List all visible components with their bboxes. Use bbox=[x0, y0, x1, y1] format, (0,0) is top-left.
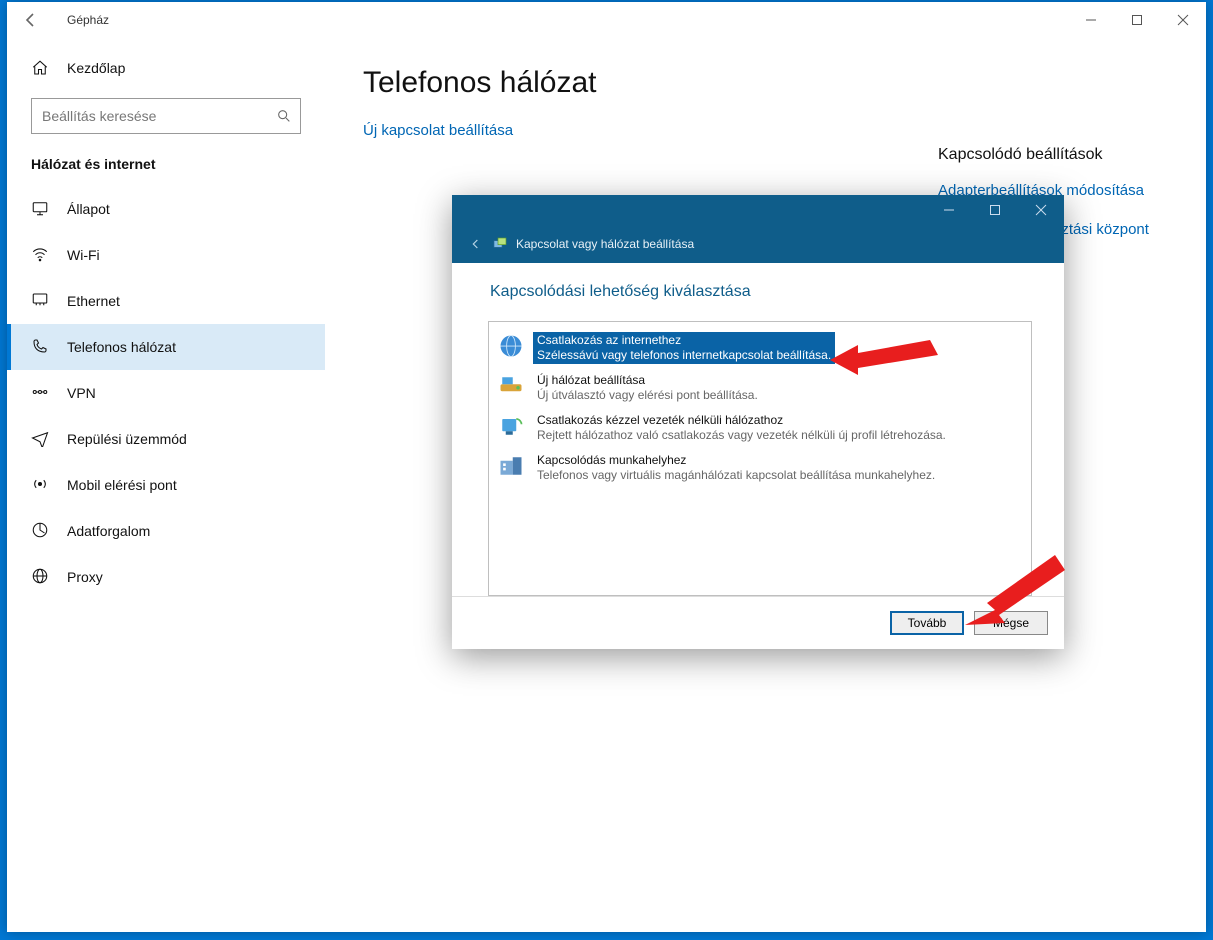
status-icon bbox=[31, 199, 67, 220]
sidebar-item-label: VPN bbox=[67, 385, 96, 401]
wizard-next-button[interactable]: Tovább bbox=[890, 611, 964, 635]
sidebar-item-label: Telefonos hálózat bbox=[67, 339, 176, 355]
wizard-maximize-button[interactable] bbox=[972, 195, 1018, 225]
sidebar-item-label: Ethernet bbox=[67, 293, 120, 309]
sidebar-item-label: Proxy bbox=[67, 569, 103, 585]
datausage-icon bbox=[31, 521, 67, 542]
wizard-option-sub: Szélessávú vagy telefonos internetkapcso… bbox=[537, 348, 831, 363]
hotspot-icon bbox=[31, 475, 67, 496]
maximize-button[interactable] bbox=[1114, 4, 1160, 36]
wizard-option-manualwifi[interactable]: Csatlakozás kézzel vezeték nélküli hálóz… bbox=[489, 408, 1031, 448]
sidebar-item-wifi[interactable]: Wi-Fi bbox=[7, 232, 325, 278]
sidebar-item-vpn[interactable]: VPN bbox=[7, 370, 325, 416]
sidebar-item-label: Adatforgalom bbox=[67, 523, 150, 539]
sidebar-item-label: Wi-Fi bbox=[67, 247, 100, 263]
wizard-option-title: Csatlakozás az internethez bbox=[537, 333, 831, 348]
wizard-option-list: Csatlakozás az internethezSzélessávú vag… bbox=[488, 321, 1032, 596]
wizard-option-sub: Új útválasztó vagy elérési pont beállítá… bbox=[537, 388, 758, 403]
wifi-icon bbox=[31, 245, 67, 266]
page-title: Telefonos hálózat bbox=[363, 66, 1168, 100]
connection-wizard-window: Kapcsolat vagy hálózat beállítása Kapcso… bbox=[452, 195, 1064, 649]
close-button[interactable] bbox=[1160, 4, 1206, 36]
sidebar-item-label: Mobil elérési pont bbox=[67, 477, 177, 493]
sidebar-item-hotspot[interactable]: Mobil elérési pont bbox=[7, 462, 325, 508]
proxy-icon bbox=[31, 567, 67, 588]
minimize-button[interactable] bbox=[1068, 4, 1114, 36]
sidebar-item-proxy[interactable]: Proxy bbox=[7, 554, 325, 600]
sidebar-item-airplane[interactable]: Repülési üzemmód bbox=[7, 416, 325, 462]
network-setup-icon bbox=[492, 236, 508, 252]
dialup-icon bbox=[31, 337, 67, 358]
wizard-back-icon[interactable] bbox=[464, 232, 488, 256]
sidebar-item-label: Repülési üzemmód bbox=[67, 431, 187, 447]
settings-title: Gépház bbox=[67, 13, 109, 27]
wizard-minimize-button[interactable] bbox=[926, 195, 972, 225]
wizard-footer: Tovább Mégse bbox=[452, 596, 1064, 649]
home-icon bbox=[31, 59, 49, 77]
settings-sidebar: Kezdőlap Beállítás keresése Hálózat és i… bbox=[7, 38, 325, 932]
related-header: Kapcsolódó beállítások bbox=[938, 146, 1168, 164]
wizard-option-title: Új hálózat beállítása bbox=[537, 373, 758, 388]
wizard-close-button[interactable] bbox=[1018, 195, 1064, 225]
wizard-header: Kapcsolat vagy hálózat beállítása bbox=[452, 225, 1064, 263]
wizard-titlebar bbox=[452, 195, 1064, 225]
sidebar-category: Hálózat és internet bbox=[7, 148, 325, 186]
sidebar-item-label: Állapot bbox=[67, 201, 110, 217]
wizard-heading: Kapcsolódási lehetőség kiválasztása bbox=[490, 283, 1032, 301]
wizard-body: Kapcsolódási lehetőség kiválasztása Csat… bbox=[452, 263, 1064, 596]
sidebar-item-dialup[interactable]: Telefonos hálózat bbox=[7, 324, 325, 370]
settings-titlebar: Gépház bbox=[7, 2, 1206, 38]
sidebar-item-status[interactable]: Állapot bbox=[7, 186, 325, 232]
sidebar-item-datausage[interactable]: Adatforgalom bbox=[7, 508, 325, 554]
wizard-option-workplace[interactable]: Kapcsolódás munkahelyhezTelefonos vagy v… bbox=[489, 448, 1031, 488]
manualwifi-icon bbox=[497, 412, 525, 440]
ethernet-icon bbox=[31, 291, 67, 312]
wizard-option-title: Kapcsolódás munkahelyhez bbox=[537, 453, 935, 468]
wizard-option-sub: Rejtett hálózathoz való csatlakozás vagy… bbox=[537, 428, 946, 443]
search-placeholder: Beállítás keresése bbox=[42, 108, 276, 124]
sidebar-home-label: Kezdőlap bbox=[67, 60, 125, 76]
vpn-icon bbox=[31, 383, 67, 404]
wizard-cancel-button[interactable]: Mégse bbox=[974, 611, 1048, 635]
airplane-icon bbox=[31, 429, 67, 450]
wizard-option-sub: Telefonos vagy virtuális magánhálózati k… bbox=[537, 468, 935, 483]
workplace-icon bbox=[497, 452, 525, 480]
wizard-option-title: Csatlakozás kézzel vezeték nélküli hálóz… bbox=[537, 413, 946, 428]
wizard-option-internet[interactable]: Csatlakozás az internethezSzélessávú vag… bbox=[489, 328, 1031, 368]
internet-icon bbox=[497, 332, 525, 360]
wizard-option-newnet[interactable]: Új hálózat beállításaÚj útválasztó vagy … bbox=[489, 368, 1031, 408]
back-icon[interactable] bbox=[19, 8, 43, 32]
wizard-title: Kapcsolat vagy hálózat beállítása bbox=[516, 237, 694, 251]
search-input[interactable]: Beállítás keresése bbox=[31, 98, 301, 134]
newnet-icon bbox=[497, 372, 525, 400]
search-icon bbox=[276, 108, 292, 124]
new-connection-link[interactable]: Új kapcsolat beállítása bbox=[363, 122, 1168, 139]
sidebar-item-ethernet[interactable]: Ethernet bbox=[7, 278, 325, 324]
sidebar-home[interactable]: Kezdőlap bbox=[7, 46, 325, 90]
